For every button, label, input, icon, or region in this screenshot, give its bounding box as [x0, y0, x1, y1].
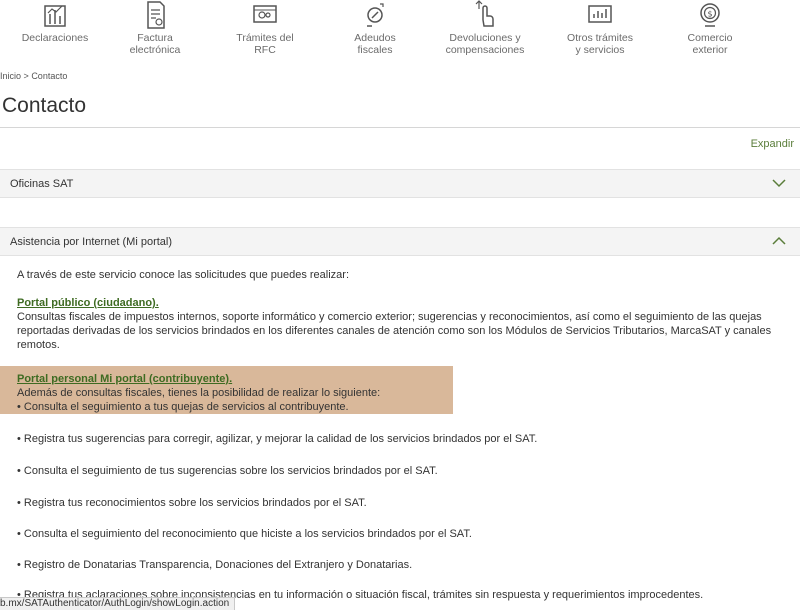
breadcrumb-separator: >: [23, 71, 29, 81]
breadcrumb-current: Contacto: [31, 71, 68, 81]
title-divider: [0, 127, 800, 128]
nav-label: Devoluciones y compensaciones: [445, 32, 525, 56]
invoice-icon: [147, 1, 165, 29]
nav-item-devoluciones[interactable]: Devoluciones y compensaciones: [430, 0, 540, 56]
list-item: • Registro de Donatarias Transparencia, …: [17, 559, 413, 571]
declarations-icon: [44, 5, 66, 27]
portal-personal-link[interactable]: Portal personal Mi portal (contribuyente…: [17, 373, 232, 385]
portal-personal-text: Además de consultas fiscales, tienes la …: [17, 387, 381, 399]
breadcrumb: Inicio > Contacto: [0, 71, 67, 81]
chevron-up-icon: [772, 236, 786, 245]
accordion-label: Asistencia por Internet (Mi portal): [10, 236, 173, 248]
accordion-asistencia-internet[interactable]: Asistencia por Internet (Mi portal): [0, 227, 800, 256]
foreign-trade-icon: $: [700, 3, 720, 27]
nav-item-tramites-rfc[interactable]: Trámites del RFC: [210, 0, 320, 56]
nav-label: Factura electrónica: [129, 32, 181, 56]
list-item: • Consulta el seguimiento de tus sugeren…: [17, 465, 438, 477]
expand-all-link[interactable]: Expandir: [751, 138, 794, 150]
nav-label: Declaraciones: [21, 32, 89, 44]
intro-text: A través de este servicio conoce las sol…: [17, 269, 350, 281]
list-item: • Registra tus sugerencias para corregir…: [17, 433, 538, 445]
top-navigation: Declaraciones Factura electrónica Trámit…: [0, 0, 800, 62]
accordion-oficinas-sat[interactable]: Oficinas SAT: [0, 169, 800, 198]
refunds-icon: [475, 0, 494, 27]
nav-item-declaraciones[interactable]: Declaraciones: [0, 0, 110, 44]
portal-publico-section: Portal público (ciudadano). Consultas fi…: [17, 296, 787, 352]
nav-item-factura-electronica[interactable]: Factura electrónica: [100, 0, 210, 56]
chevron-down-icon: [772, 179, 786, 188]
breadcrumb-home-link[interactable]: Inicio: [0, 71, 21, 81]
status-bar-url: b.mx/SATAuthenticator/AuthLogin/showLogi…: [0, 597, 236, 610]
debts-icon: [367, 3, 384, 27]
portal-publico-text: Consultas fiscales de impuestos internos…: [17, 311, 772, 351]
portal-personal-section: Portal personal Mi portal (contribuyente…: [17, 372, 787, 414]
nav-item-comercio-exterior[interactable]: $ Comercio exterior: [655, 0, 765, 56]
rfc-icon: [253, 5, 277, 23]
nav-item-otros-tramites[interactable]: Otros trámites y servicios: [545, 0, 655, 56]
nav-item-adeudos-fiscales[interactable]: Adeudos fiscales: [320, 0, 430, 56]
list-item: • Consulta el seguimiento del reconocimi…: [17, 528, 472, 540]
nav-label: Trámites del RFC: [236, 32, 294, 56]
nav-label: Otros trámites y servicios: [567, 32, 633, 56]
svg-text:$: $: [707, 10, 712, 19]
nav-label: Comercio exterior: [687, 32, 733, 56]
page-title: Contacto: [2, 94, 87, 117]
accordion-label: Oficinas SAT: [10, 178, 74, 190]
nav-label: Adeudos fiscales: [354, 32, 396, 56]
list-item: • Consulta el seguimiento a tus quejas d…: [17, 401, 349, 413]
other-services-icon: [588, 5, 612, 23]
list-item: • Registra tus reconocimientos sobre los…: [17, 497, 367, 509]
portal-publico-link[interactable]: Portal público (ciudadano).: [17, 297, 159, 309]
